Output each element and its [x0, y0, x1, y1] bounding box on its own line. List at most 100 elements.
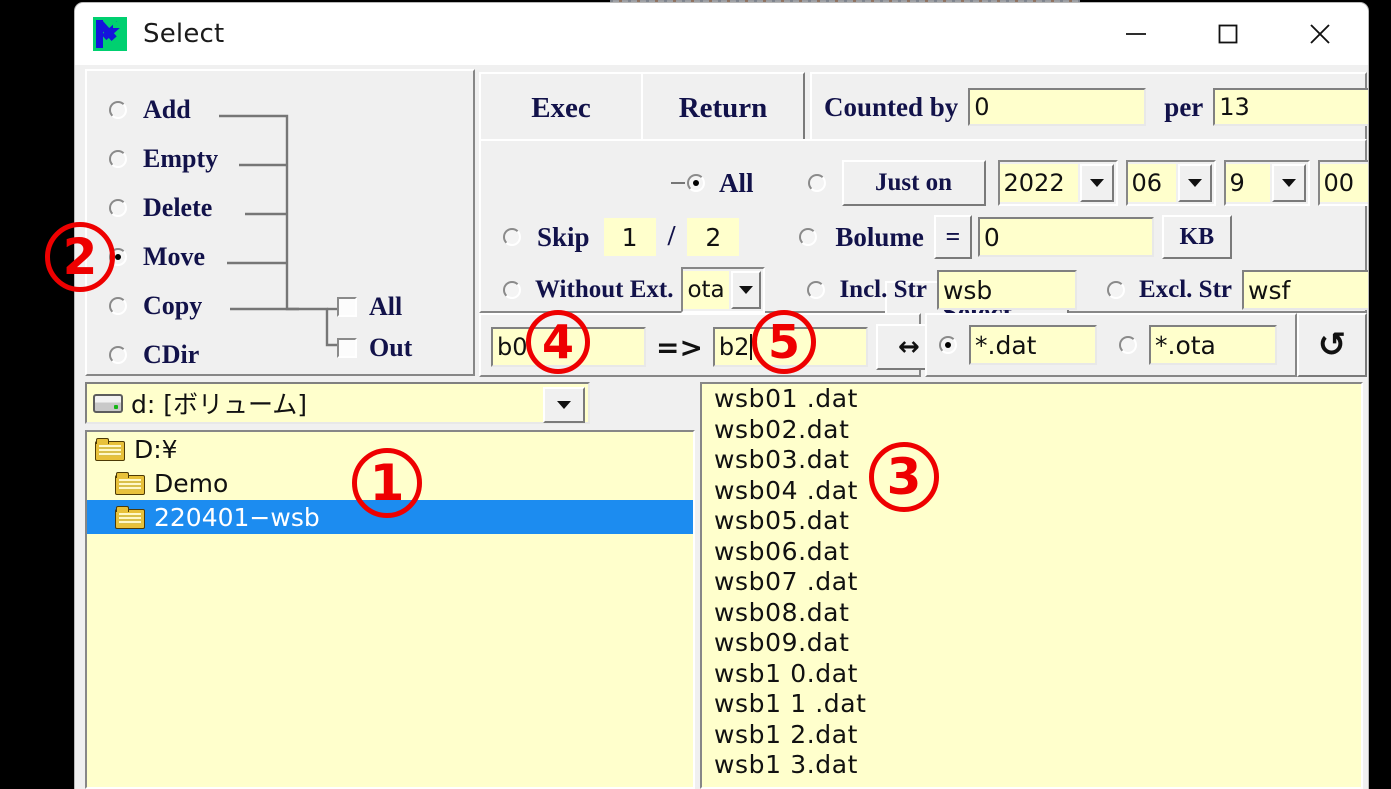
checkbox-row-all[interactable]: All [337, 292, 402, 322]
radio-filter-ota[interactable] [1119, 336, 1137, 354]
year-dropdown-arrow[interactable] [1079, 164, 1114, 202]
file-filter-group: *.dat *.ota [925, 313, 1297, 377]
month-dropdown-arrow[interactable] [1177, 164, 1212, 202]
label-bolume: Bolume [835, 221, 924, 252]
day-value[interactable]: 9 [1225, 164, 1270, 202]
skip-from-input[interactable]: 1 [603, 218, 656, 256]
label-delete: Delete [143, 193, 213, 222]
list-item[interactable]: wsb1 2.dat [702, 720, 1361, 751]
bolume-input[interactable]: 0 [977, 217, 1154, 257]
list-item[interactable]: wsb07 .dat [702, 567, 1361, 598]
close-button[interactable] [1274, 3, 1366, 65]
drive-icon [93, 393, 123, 413]
option-row-delete[interactable]: Delete [109, 193, 212, 223]
radio-add[interactable] [109, 101, 127, 119]
list-item[interactable]: wsb08.dat [702, 598, 1361, 629]
radio-delete[interactable] [109, 199, 127, 217]
radio-excl-str[interactable] [1106, 281, 1125, 299]
day-dropdown-arrow[interactable] [1271, 164, 1306, 202]
counted-by-input[interactable]: 0 [968, 88, 1147, 126]
radio-all[interactable] [687, 174, 705, 192]
year-value[interactable]: 2022 [999, 164, 1078, 202]
return-button[interactable]: Return [641, 72, 805, 144]
option-row-cdir[interactable]: CDir [109, 340, 199, 370]
checkbox-out[interactable] [337, 338, 357, 358]
checkbox-row-out[interactable]: Out [337, 333, 412, 363]
incl-str-input[interactable]: wsb [936, 270, 1077, 310]
list-item[interactable]: wsb04 .dat [702, 476, 1361, 507]
annotation-marker-4: 4 [526, 310, 590, 374]
window-title: Select [143, 19, 225, 49]
bolume-unit-button[interactable]: KB [1161, 215, 1232, 259]
drive-label: d: [ボリューム] [131, 390, 307, 419]
drive-dropdown-arrow[interactable] [543, 387, 585, 423]
just-on-button[interactable]: Just on [841, 160, 986, 206]
radio-copy[interactable] [109, 297, 127, 315]
skip-separator: / [667, 221, 676, 252]
radio-filter-dat[interactable] [939, 336, 957, 354]
skip-to-input[interactable]: 2 [687, 218, 740, 256]
exec-button[interactable]: Exec [479, 72, 643, 144]
label-all: All [719, 167, 754, 198]
hour-value[interactable]: 00 [1319, 164, 1368, 202]
filter-ota-input[interactable]: *.ota [1149, 325, 1277, 365]
list-item[interactable]: wsb06.dat [702, 537, 1361, 568]
list-item[interactable]: wsb03.dat [702, 445, 1361, 476]
filter-dat-input[interactable]: *.dat [969, 325, 1097, 365]
list-item[interactable]: wsb1 0.dat [702, 659, 1361, 690]
folder-icon-open [115, 505, 147, 529]
annotation-marker-1: 1 [352, 448, 422, 518]
refresh-icon-button[interactable]: ↺ [1297, 313, 1367, 377]
list-item[interactable]: wsb05.dat [702, 506, 1361, 537]
list-item[interactable]: wsb1 1 .dat [702, 689, 1361, 720]
per-label: per [1164, 91, 1204, 122]
counted-by-label: Counted by [824, 91, 959, 122]
without-ext-dropdown-arrow[interactable] [731, 271, 762, 309]
rename-arrow-label: => [656, 330, 703, 364]
counted-by-group: Counted by 0 per 13 [810, 72, 1368, 144]
month-value[interactable]: 06 [1127, 164, 1176, 202]
drive-select-combobox[interactable]: d: [ボリューム] [85, 382, 590, 424]
folder-icon [115, 471, 147, 495]
label-out-checkbox: Out [369, 333, 413, 362]
option-row-add[interactable]: Add [109, 95, 191, 125]
radio-just-on[interactable] [807, 174, 826, 192]
label-move: Move [143, 242, 206, 271]
list-item[interactable]: wsb09.dat [702, 628, 1361, 659]
tree-item-label: D:¥ [134, 434, 178, 464]
checkbox-all[interactable] [337, 297, 357, 317]
radio-cdir[interactable] [109, 346, 127, 364]
radio-bolume[interactable] [799, 228, 818, 246]
per-input[interactable]: 13 [1213, 88, 1368, 126]
list-item[interactable]: wsb02.dat [702, 415, 1361, 446]
select-dialog-window: Select Add Empty Delete Move Copy CDir A… [75, 3, 1368, 789]
radio-without-ext[interactable] [503, 281, 521, 299]
tree-item-label: 220401−wsb [154, 502, 320, 532]
bolume-operator-button[interactable]: = [933, 215, 972, 259]
maximize-button[interactable] [1182, 3, 1274, 65]
title-bar: Select [75, 3, 1368, 65]
tree-item-label: Demo [154, 468, 229, 498]
radio-incl-str[interactable] [807, 281, 826, 299]
rename-to-text: b2 [718, 333, 750, 361]
radio-skip[interactable] [503, 228, 521, 246]
radio-empty[interactable] [109, 150, 127, 168]
option-row-empty[interactable]: Empty [109, 144, 218, 174]
list-item[interactable]: wsb01 .dat [702, 384, 1361, 415]
list-item[interactable]: wsb1 3.dat [702, 750, 1361, 781]
label-copy: Copy [143, 291, 203, 320]
label-incl-str: Incl. Str [839, 276, 927, 303]
file-list[interactable]: wsb01 .dat wsb02.dat wsb03.dat wsb04 .da… [700, 382, 1363, 789]
select-all-connector [671, 181, 685, 185]
label-cdir: CDir [143, 340, 200, 369]
option-row-copy[interactable]: Copy [109, 291, 202, 321]
annotation-marker-2: 2 [45, 222, 115, 292]
minimize-button[interactable] [1090, 3, 1182, 65]
excl-str-input[interactable]: wsf [1242, 270, 1368, 310]
option-row-move[interactable]: Move [109, 242, 205, 272]
label-excl-str: Excl. Str [1138, 276, 1232, 303]
without-ext-value[interactable]: ota [683, 271, 730, 309]
label-skip: Skip [537, 221, 590, 252]
folder-icon [95, 437, 127, 461]
label-add: Add [143, 95, 191, 124]
